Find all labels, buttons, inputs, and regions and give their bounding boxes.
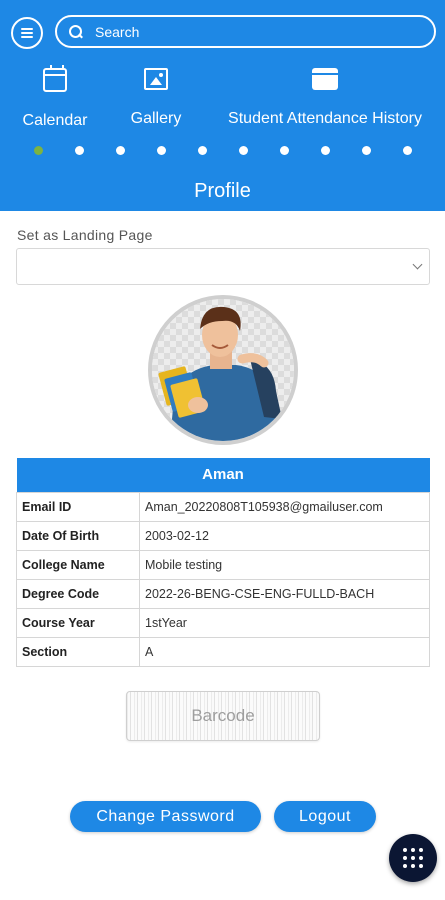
menu-button[interactable]: [11, 17, 43, 49]
search-icon: [69, 24, 83, 39]
row-value: Aman_20220808T105938@gmailuser.com: [139, 491, 430, 522]
page-dot[interactable]: [157, 146, 166, 155]
row-label: Degree Code: [16, 578, 140, 609]
page-dot[interactable]: [198, 146, 207, 155]
page-dot[interactable]: [116, 146, 125, 155]
grid-menu-icon: [403, 848, 423, 868]
table-row: Degree Code 2022-26-BENG-CSE-ENG-FULLD-B…: [16, 578, 430, 609]
row-label: Section: [16, 636, 140, 667]
quick-link-attendance-history[interactable]: Student Attendance History: [224, 68, 426, 128]
table-row: Email ID Aman_20220808T105938@gmailuser.…: [16, 491, 430, 522]
hamburger-icon: [21, 28, 33, 38]
quick-link-label: Student Attendance History: [228, 110, 422, 127]
row-value: 2003-02-12: [139, 520, 430, 551]
profile-table: Aman Email ID Aman_20220808T105938@gmail…: [16, 458, 430, 667]
quick-link-calendar[interactable]: Calendar: [22, 65, 88, 130]
page-dot[interactable]: [75, 146, 84, 155]
logout-button[interactable]: Logout: [274, 801, 376, 832]
app-header: Calendar Gallery Student Attendance Hist…: [0, 0, 445, 211]
attendance-icon: [312, 68, 338, 90]
table-row: Course Year 1stYear: [16, 607, 430, 638]
calendar-icon: [43, 65, 67, 92]
row-label: Date Of Birth: [16, 520, 140, 551]
page-dot[interactable]: [280, 146, 289, 155]
row-value: 1stYear: [139, 607, 430, 638]
row-value: 2022-26-BENG-CSE-ENG-FULLD-BACH: [139, 578, 430, 609]
page-dot[interactable]: [34, 146, 43, 155]
page-dot[interactable]: [362, 146, 371, 155]
quick-link-label: Calendar: [22, 112, 88, 129]
table-row: Date Of Birth 2003-02-12: [16, 520, 430, 551]
page-dot[interactable]: [321, 146, 330, 155]
row-value: Mobile testing: [139, 549, 430, 580]
row-label: Email ID: [16, 491, 140, 522]
barcode-button[interactable]: Barcode: [126, 691, 320, 741]
page-dot[interactable]: [239, 146, 248, 155]
landing-page-label: Set as Landing Page: [17, 227, 153, 243]
change-password-button[interactable]: Change Password: [70, 801, 261, 832]
page-dot[interactable]: [403, 146, 412, 155]
student-photo: [158, 306, 282, 441]
chevron-down-icon: [412, 259, 423, 270]
quick-link-label: Gallery: [130, 110, 182, 127]
row-value: A: [139, 636, 430, 667]
row-label: College Name: [16, 549, 140, 580]
landing-page-select[interactable]: [16, 248, 430, 285]
search-bar[interactable]: [55, 15, 436, 48]
table-row: College Name Mobile testing: [16, 549, 430, 580]
row-label: Course Year: [16, 607, 140, 638]
avatar: [148, 295, 298, 445]
table-row: Section A: [16, 636, 430, 667]
page-indicator: [0, 146, 445, 156]
app-grid-button[interactable]: [389, 834, 437, 882]
gallery-icon: [144, 68, 168, 90]
barcode-label: Barcode: [191, 706, 255, 725]
quick-link-gallery[interactable]: Gallery: [128, 68, 184, 128]
page-title: Profile: [194, 180, 251, 202]
search-input[interactable]: [95, 23, 395, 40]
profile-name: Aman: [16, 458, 430, 492]
